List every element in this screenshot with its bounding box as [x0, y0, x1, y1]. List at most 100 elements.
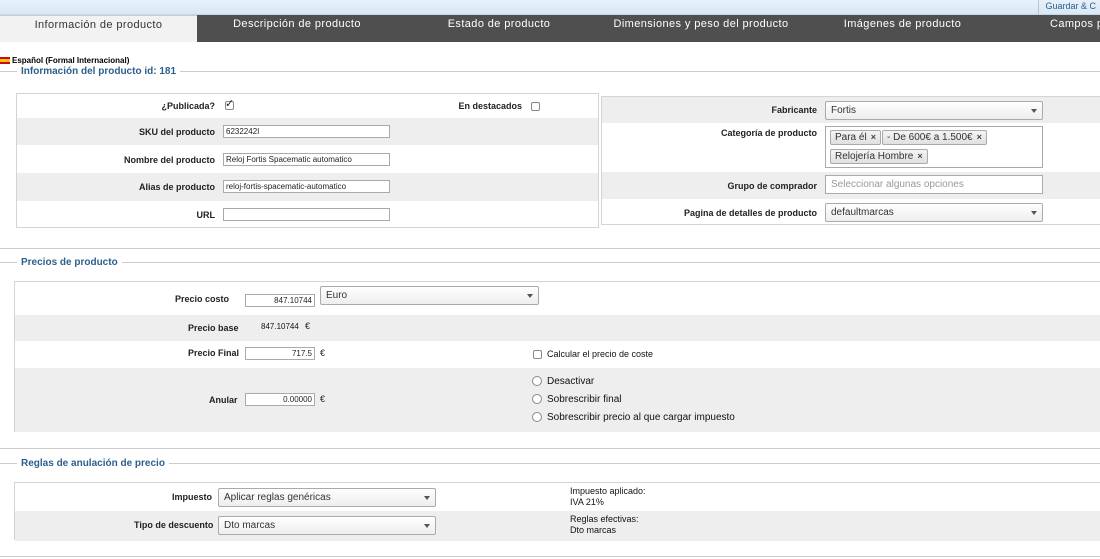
- url-row: URL: [17, 201, 598, 229]
- tab-custom-fields[interactable]: Campos pe: [1004, 15, 1100, 42]
- name-label: Nombre del producto: [123, 155, 215, 165]
- radio-disable[interactable]: [532, 376, 542, 386]
- chevron-down-icon: [424, 524, 430, 528]
- radio-override-pretax[interactable]: [532, 412, 542, 422]
- buyer-group-label: Grupo de comprador: [727, 181, 817, 191]
- product-info-legend: Información del producto id: 181: [17, 66, 181, 77]
- effective-rules-title: Reglas efectivas:: [570, 514, 639, 524]
- tab-product-description[interactable]: Descripción de producto: [197, 15, 397, 42]
- manufacturer-select[interactable]: Fortis: [825, 101, 1043, 120]
- sku-label: SKU del producto: [139, 127, 215, 137]
- remove-tag-icon[interactable]: ×: [917, 151, 922, 161]
- fieldset-border: [0, 262, 1100, 263]
- sku-row: SKU del producto 6232242I: [17, 118, 598, 145]
- featured-label: En destacados: [458, 101, 522, 111]
- base-price-value: 847.10744: [261, 322, 299, 331]
- remove-tag-icon[interactable]: ×: [977, 132, 982, 142]
- sku-input[interactable]: 6232242I: [223, 125, 390, 138]
- discount-select[interactable]: Dto marcas: [218, 516, 436, 535]
- product-info-left-panel: ¿Publicada? ✓ En destacados SKU del prod…: [16, 93, 599, 228]
- discount-label: Tipo de descuento: [134, 520, 214, 530]
- details-page-row: Pagina de detalles de producto defaultma…: [602, 199, 1100, 226]
- buyer-group-row: Grupo de comprador Seleccionar algunas o…: [602, 172, 1100, 199]
- override-row: Anular 0.00000 € Desactivar Sobrescribir…: [15, 368, 1100, 432]
- tab-product-status[interactable]: Estado de producto: [397, 15, 601, 42]
- radio-override-final[interactable]: [532, 394, 542, 404]
- details-page-label: Pagina de detalles de producto: [683, 208, 817, 218]
- category-row: Categoría de producto Para él × - De 600€…: [602, 123, 1100, 172]
- tab-product-info[interactable]: Información de producto: [0, 15, 197, 42]
- prices-panel: Precio costo 847.10744 Euro Precio base …: [14, 281, 1100, 432]
- url-label: URL: [196, 210, 216, 220]
- details-page-value: defaultmarcas: [831, 207, 894, 218]
- calc-cost-label: Calcular el precio de coste: [547, 349, 654, 359]
- save-close-link[interactable]: Guardar & C: [1038, 0, 1100, 15]
- chevron-down-icon: [527, 294, 533, 298]
- tab-product-images[interactable]: Imágenes de producto: [801, 15, 1004, 42]
- url-input[interactable]: [223, 208, 390, 221]
- currency-symbol: €: [320, 348, 326, 358]
- chevron-down-icon: [1031, 109, 1037, 113]
- spain-flag-icon: [0, 57, 10, 65]
- chevron-down-icon: [424, 496, 430, 500]
- override-label: Anular: [209, 395, 238, 405]
- base-price-row: Precio base 847.10744 €: [15, 315, 1100, 341]
- product-info-right-panel: Fabricante Fortis Categoría de producto …: [601, 96, 1100, 225]
- language-indicator: Español (Formal Internacional): [0, 56, 129, 65]
- alias-label: Alias de producto: [138, 182, 215, 192]
- manufacturer-row: Fabricante Fortis: [602, 97, 1100, 123]
- section-divider: [0, 448, 1100, 449]
- tax-label: Impuesto: [172, 492, 213, 502]
- tab-dimensions-weight[interactable]: Dimensiones y peso del producto: [601, 15, 801, 42]
- currency-symbol: €: [320, 394, 326, 404]
- final-price-label: Precio Final: [188, 348, 240, 358]
- alias-input[interactable]: reloj-fortis-spacematic-automatico: [223, 180, 390, 193]
- buyer-group-input[interactable]: Seleccionar algunas opciones: [825, 175, 1043, 194]
- name-row: Nombre del producto Reloj Fortis Spacema…: [17, 145, 598, 173]
- currency-value: Euro: [326, 290, 348, 301]
- final-price-row: Precio Final 717.5 € Calcular el precio …: [15, 341, 1100, 368]
- category-tag-label: Relojería Hombre: [835, 151, 914, 162]
- manufacturer-label: Fabricante: [771, 105, 817, 115]
- alias-row: Alias de producto reloj-fortis-spacemati…: [17, 173, 598, 201]
- section-divider: [0, 556, 1100, 557]
- radio-override-pretax-label: Sobrescribir precio al que cargar impues…: [547, 412, 735, 423]
- checkmark-icon: ✓: [225, 98, 235, 110]
- category-label: Categoría de producto: [720, 128, 817, 138]
- published-label: ¿Publicada?: [161, 101, 215, 111]
- discount-value: Dto marcas: [224, 520, 276, 531]
- override-input[interactable]: 0.00000: [245, 393, 315, 406]
- published-row: ¿Publicada? ✓ En destacados: [17, 94, 598, 118]
- section-divider: [0, 248, 1100, 249]
- discount-row: Tipo de descuento Dto marcas Reglas efec…: [15, 511, 1100, 541]
- applied-tax-title: Impuesto aplicado:: [570, 486, 646, 496]
- effective-rules-value: Dto marcas: [570, 525, 617, 535]
- cost-price-input[interactable]: 847.10744: [245, 294, 315, 307]
- language-label: Español (Formal Internacional): [12, 56, 130, 65]
- product-name-input[interactable]: Reloj Fortis Spacematic automatico: [223, 153, 390, 166]
- tax-row: Impuesto Aplicar reglas genéricas Impues…: [15, 483, 1100, 511]
- featured-checkbox[interactable]: [531, 102, 540, 111]
- category-multiselect[interactable]: Para él × - De 600€ a 1.500€ × Relojería H…: [825, 126, 1043, 168]
- radio-disable-label: Desactivar: [547, 376, 595, 387]
- category-tag-label: Para él: [835, 132, 867, 143]
- details-page-select[interactable]: defaultmarcas: [825, 203, 1043, 222]
- cost-price-row: Precio costo 847.10744 Euro: [15, 282, 1100, 315]
- price-rules-panel: Impuesto Aplicar reglas genéricas Impues…: [14, 482, 1100, 541]
- price-rules-legend: Reglas de anulación de precio: [17, 458, 169, 469]
- tab-bar: Información de producto Descripción de p…: [0, 15, 1100, 42]
- manufacturer-value: Fortis: [831, 105, 856, 116]
- prices-legend: Precios de producto: [17, 257, 122, 268]
- category-tag[interactable]: - De 600€ a 1.500€ ×: [882, 130, 987, 145]
- remove-tag-icon[interactable]: ×: [871, 132, 876, 142]
- category-tag[interactable]: Para él ×: [830, 130, 881, 145]
- tax-value: Aplicar reglas genéricas: [224, 492, 331, 503]
- tax-select[interactable]: Aplicar reglas genéricas: [218, 488, 436, 507]
- applied-tax-value: IVA 21%: [570, 497, 604, 507]
- base-price-label: Precio base: [188, 323, 239, 333]
- final-price-input[interactable]: 717.5: [245, 347, 315, 360]
- currency-select[interactable]: Euro: [320, 286, 539, 305]
- calc-cost-checkbox[interactable]: [533, 350, 542, 359]
- radio-override-final-label: Sobrescribir final: [547, 394, 622, 405]
- category-tag[interactable]: Relojería Hombre ×: [830, 149, 928, 164]
